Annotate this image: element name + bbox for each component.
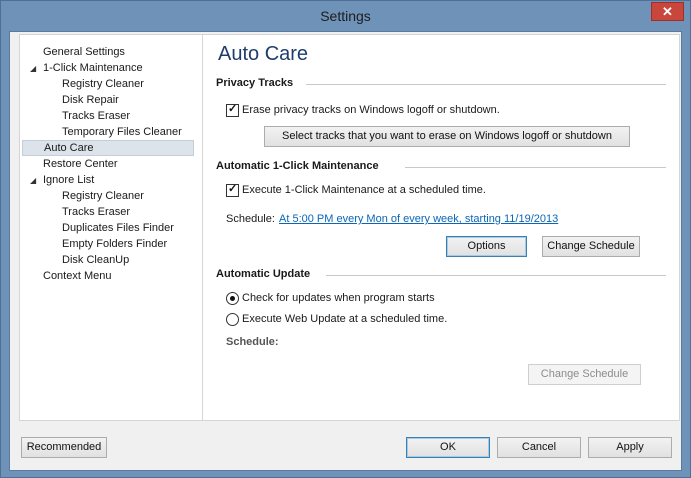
update-startup-label: Check for updates when program starts bbox=[242, 292, 435, 304]
expand-arrow-icon[interactable]: ◢ bbox=[30, 176, 36, 185]
title-bar[interactable]: Settings ✕ bbox=[1, 1, 690, 31]
settings-window: Settings ✕ General Settings ◢ 1-Click Ma… bbox=[0, 0, 691, 478]
close-icon[interactable]: ✕ bbox=[651, 2, 684, 21]
update-startup-radio[interactable] bbox=[226, 291, 239, 305]
tree-item-tracks-eraser[interactable]: Tracks Eraser bbox=[62, 108, 130, 124]
tree-item-ignore-registry-cleaner[interactable]: Registry Cleaner bbox=[62, 188, 144, 204]
tree-item-ignore-tracks-eraser[interactable]: Tracks Eraser bbox=[62, 204, 130, 220]
group-divider bbox=[306, 84, 666, 85]
group-divider bbox=[326, 275, 666, 276]
options-button[interactable]: Options bbox=[446, 236, 527, 257]
maintenance-heading: Automatic 1-Click Maintenance bbox=[216, 160, 379, 172]
window-title: Settings bbox=[320, 8, 371, 24]
content-panel: Auto Care Privacy Tracks ✓ Erase privacy … bbox=[203, 34, 680, 421]
ok-button[interactable]: OK bbox=[406, 437, 490, 458]
group-divider bbox=[405, 167, 666, 168]
privacy-tracks-heading: Privacy Tracks bbox=[216, 77, 294, 89]
maintenance-schedule-link[interactable]: At 5:00 PM every Mon of every week, star… bbox=[279, 213, 558, 225]
tree-item-temporary-files-cleaner[interactable]: Temporary Files Cleaner bbox=[62, 124, 182, 140]
update-scheduled-radio[interactable] bbox=[226, 312, 239, 326]
update-scheduled-radio-row[interactable]: Execute Web Update at a scheduled time. bbox=[226, 312, 447, 328]
execute-maintenance-label: Execute 1-Click Maintenance at a schedul… bbox=[242, 184, 486, 196]
expand-arrow-icon[interactable]: ◢ bbox=[30, 64, 36, 73]
tree-item-auto-care[interactable]: Auto Care bbox=[22, 140, 194, 156]
check-icon: ✓ bbox=[228, 102, 238, 115]
execute-maintenance-checkbox[interactable]: ✓ bbox=[226, 182, 239, 197]
check-icon: ✓ bbox=[228, 182, 238, 195]
erase-privacy-checkbox[interactable]: ✓ bbox=[226, 102, 239, 117]
recommended-button[interactable]: Recommended bbox=[21, 437, 107, 458]
erase-privacy-label: Erase privacy tracks on Windows logoff o… bbox=[242, 104, 500, 116]
cancel-button[interactable]: Cancel bbox=[497, 437, 581, 458]
tree-item-context-menu[interactable]: Context Menu bbox=[43, 268, 111, 284]
automatic-update-heading: Automatic Update bbox=[216, 268, 311, 280]
tree-item-disk-cleanup[interactable]: Disk CleanUp bbox=[62, 252, 129, 268]
navigation-tree: General Settings ◢ 1-Click Maintenance R… bbox=[19, 34, 203, 421]
tree-item-general-settings[interactable]: General Settings bbox=[43, 44, 125, 60]
tree-item-ignore-list[interactable]: Ignore List bbox=[43, 172, 94, 188]
execute-maintenance-checkbox-row[interactable]: ✓ Execute 1-Click Maintenance at a schedu… bbox=[226, 183, 486, 199]
select-tracks-button[interactable]: Select tracks that you want to erase on … bbox=[264, 126, 630, 147]
maintenance-schedule-label: Schedule: bbox=[226, 213, 275, 225]
tree-item-duplicates-files-finder[interactable]: Duplicates Files Finder bbox=[62, 220, 174, 236]
tree-item-empty-folders-finder[interactable]: Empty Folders Finder bbox=[62, 236, 167, 252]
page-title: Auto Care bbox=[218, 43, 309, 65]
maintenance-change-schedule-button[interactable]: Change Schedule bbox=[542, 236, 640, 257]
apply-button[interactable]: Apply bbox=[588, 437, 672, 458]
client-area: General Settings ◢ 1-Click Maintenance R… bbox=[9, 31, 682, 471]
update-schedule-label: Schedule: bbox=[226, 336, 279, 348]
update-scheduled-label: Execute Web Update at a scheduled time. bbox=[242, 313, 448, 325]
erase-privacy-checkbox-row[interactable]: ✓ Erase privacy tracks on Windows logoff … bbox=[226, 103, 500, 119]
tree-item-disk-repair[interactable]: Disk Repair bbox=[62, 92, 119, 108]
tree-item-restore-center[interactable]: Restore Center bbox=[43, 156, 118, 172]
tree-item-registry-cleaner[interactable]: Registry Cleaner bbox=[62, 76, 144, 92]
update-startup-radio-row[interactable]: Check for updates when program starts bbox=[226, 291, 435, 307]
radio-dot-icon bbox=[230, 295, 235, 301]
footer-bar: Recommended OK Cancel Apply bbox=[10, 421, 681, 470]
tree-item-1-click-maintenance[interactable]: 1-Click Maintenance bbox=[43, 60, 143, 76]
update-change-schedule-button[interactable]: Change Schedule bbox=[528, 364, 641, 385]
